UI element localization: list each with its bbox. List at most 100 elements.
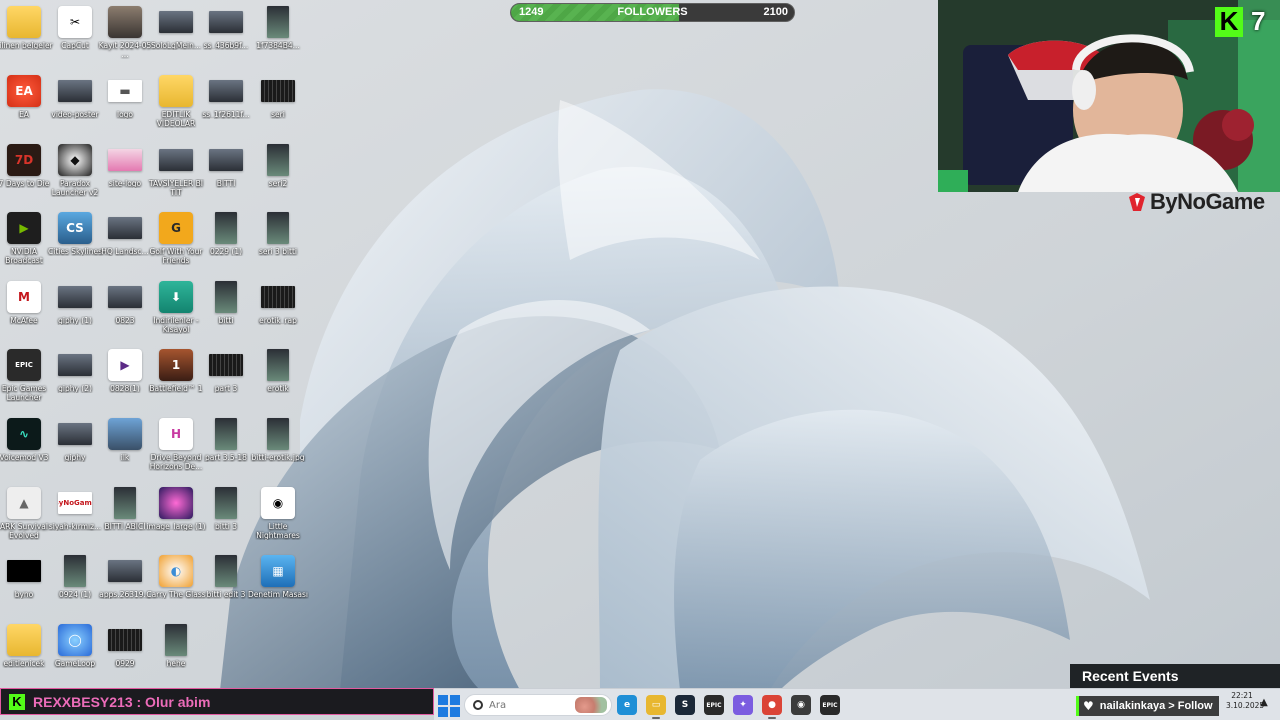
desktop-icon-ss-1f2611f[interactable]: ss_1f2611f...	[196, 75, 256, 141]
desktop-icon-0229-1[interactable]: 0229 (1)	[196, 212, 256, 278]
image-file-icon	[209, 11, 243, 33]
desktop-icon-ss-436b9f[interactable]: ss_436b9f...	[196, 6, 256, 72]
desktop-icon-hehe[interactable]: hehe	[146, 624, 206, 690]
video-file-icon	[108, 629, 142, 651]
littlenight-app-icon: ◉	[261, 487, 295, 519]
image-file-icon	[209, 149, 243, 171]
chat-message-text: REXXBESY213 : Olur abim	[33, 693, 211, 710]
system-clock[interactable]: 22:21 3.10.2025	[1226, 691, 1264, 711]
capcut-app-icon: ✂	[58, 6, 92, 38]
brand-name: ByNoGame	[1150, 189, 1265, 214]
follower-goal-count: 2100	[763, 6, 788, 18]
folder-icon	[159, 75, 193, 107]
black-app-icon	[7, 560, 41, 582]
start-logo-tile-icon	[438, 695, 448, 705]
desktop-icon-label: erotik	[267, 384, 289, 393]
control-app-icon: ▦	[261, 555, 295, 587]
file-icon	[165, 624, 187, 656]
desktop-icon-bitti-edit-3[interactable]: bitti edit 3	[196, 555, 256, 621]
search-highlight-image[interactable]	[575, 697, 607, 713]
desktop-icon-part-3-5-18[interactable]: part 3.5-18	[196, 418, 256, 484]
image-file-icon	[108, 560, 142, 582]
desktop-icon-denetim-masas[interactable]: ▦ Denetim Masası	[248, 555, 308, 621]
paradox-app-icon: ◆	[58, 144, 92, 176]
desktop-icon-seri-3-bitti[interactable]: seri 3 bitti	[248, 212, 308, 278]
video-file-icon	[209, 354, 243, 376]
taskbar-search-input[interactable]	[489, 699, 579, 711]
video-file-icon	[261, 286, 295, 308]
epic-games-2-icon[interactable]: EPIC	[820, 695, 840, 715]
image-file-icon	[108, 217, 142, 239]
carry-app-icon: ◐	[159, 555, 193, 587]
follower-goal-bar: 1249 FOLLOWERS 2100	[510, 3, 795, 22]
chrome-icon[interactable]: ●	[762, 695, 782, 719]
desktop-icon-bitti[interactable]: bitti	[196, 281, 256, 347]
desktop-icon-erotik[interactable]: erotik	[248, 349, 308, 415]
recent-event-text: nailakinkaya > Follow	[1099, 700, 1213, 712]
video-file-icon	[261, 80, 295, 102]
image-file-icon	[58, 80, 92, 102]
epic-games-icon[interactable]: EPIC	[704, 695, 724, 715]
image-file-icon	[159, 11, 193, 33]
obs-icon[interactable]: ◉	[791, 695, 811, 715]
desktop-icon-little-nightmares[interactable]: ◉ Little Nightmares	[248, 487, 308, 553]
start-logo-tile-icon	[450, 695, 460, 705]
file-icon	[267, 349, 289, 381]
image-file-icon	[58, 354, 92, 376]
image-app-icon	[159, 487, 193, 519]
file-icon	[267, 6, 289, 38]
desktop-icon-bitti-erotik-jpg[interactable]: bitti-erotik.jpg	[248, 418, 308, 484]
bf1-app-icon: 1	[159, 349, 193, 381]
desktop-icon-label: erotik_rap	[259, 316, 297, 325]
clock-time: 22:21	[1231, 691, 1253, 700]
start-button[interactable]	[438, 695, 460, 717]
desktop-icon-label: Little Nightmares	[256, 522, 300, 540]
steam-icon[interactable]: S	[675, 695, 695, 715]
notification-bell-icon[interactable]: ▲	[1258, 697, 1270, 711]
7days-app-icon: 7D	[7, 144, 41, 176]
file-icon	[215, 281, 237, 313]
image-file-icon	[159, 149, 193, 171]
pubg-app-icon	[108, 418, 142, 450]
file-explorer-icon[interactable]: ▭	[646, 695, 666, 719]
logo-app-icon: ▬	[108, 80, 142, 102]
sitelogo-app-icon	[108, 149, 142, 171]
desktop-icon-bitti-3[interactable]: bitti 3	[196, 487, 256, 553]
desktop-icon-bi-tti[interactable]: BİTTİ	[196, 144, 256, 210]
image-file-icon	[209, 80, 243, 102]
epic-app-icon: EPIC	[7, 349, 41, 381]
folder-icon	[7, 6, 41, 38]
file-icon	[215, 212, 237, 244]
desktop-icon-seri[interactable]: seri	[248, 75, 308, 141]
file-icon	[267, 144, 289, 176]
desktop-icon-label: seri 3 bitti	[258, 247, 298, 256]
follower-label: FOLLOWERS	[617, 6, 688, 18]
folder-icon	[7, 624, 41, 656]
gameloop-app-icon: ◯	[58, 624, 92, 656]
heart-icon: ♥	[1083, 699, 1094, 713]
file-icon	[267, 418, 289, 450]
copilot-icon[interactable]: ✦	[733, 695, 753, 715]
stream-chat-message: K REXXBESY213 : Olur abim	[0, 688, 434, 715]
streamer-brand: ByNoGame	[1128, 189, 1265, 214]
desktop-icon-label: Denetim Masası	[247, 590, 309, 599]
start-logo-tile-icon	[450, 707, 460, 717]
edge-icon[interactable]: e	[617, 695, 637, 715]
taskbar-search-box[interactable]	[464, 694, 612, 716]
file-icon	[215, 418, 237, 450]
kick-chat-icon: K	[9, 693, 25, 710]
photo-app-icon	[108, 6, 142, 38]
desktop-icon-seri2[interactable]: seri2	[248, 144, 308, 210]
desktop-icon-erotik-rap[interactable]: erotik_rap	[248, 281, 308, 347]
image-file-icon	[108, 286, 142, 308]
desktop-icon-label: bitti-erotik.jpg	[251, 453, 305, 462]
file-icon	[215, 555, 237, 587]
kick-viewer-badge: K 7	[1215, 6, 1265, 37]
desktop-icon-part-3[interactable]: part 3	[196, 349, 256, 415]
bynogame-app-icon: ByNoGame	[58, 492, 92, 514]
file-icon	[114, 487, 136, 519]
download-app-icon: ⬇	[159, 281, 193, 313]
desktop-icon-1f7384b4[interactable]: 1f7384B4...	[248, 6, 308, 72]
desktop-icon-label: hehe	[166, 659, 186, 668]
file-icon	[215, 487, 237, 519]
